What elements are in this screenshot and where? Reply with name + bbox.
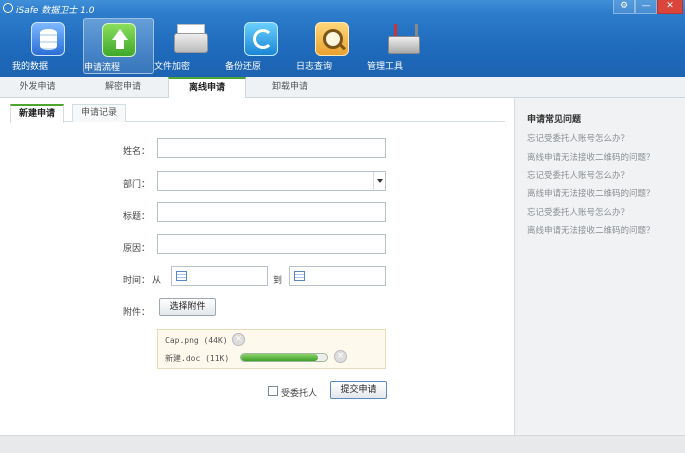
toolbar-apply-process[interactable]: 申请流程 [83, 18, 154, 74]
app-title: iSafe 数据卫士 1.0 [16, 6, 95, 16]
upload-icon [101, 23, 136, 57]
tab-uninstall-apply[interactable]: 卸载申请 [255, 77, 325, 98]
window-controls: ⚙ — ✕ [613, 0, 683, 14]
attachment-name: 新建.doc (11K) [165, 354, 230, 363]
backup-icon [243, 22, 278, 56]
attachment-name: Cap.png (44K) [165, 336, 228, 345]
reason-input[interactable] [157, 234, 386, 254]
database-icon [30, 22, 65, 56]
main-toolbar: 我的数据 申请流程 文件加密 备份还原 日志查询 管理工具 [12, 18, 438, 74]
faq-panel: 申请常见问题 忘记受委托人账号怎么办？ 离线申请无法接收二维码的问题？ 忘记受委… [516, 98, 685, 435]
toolbar-label: 备份还原 [225, 62, 262, 72]
toolbar-label: 申请流程 [84, 63, 121, 73]
toolbar-admin-tools[interactable]: 管理工具 [367, 18, 438, 74]
chevron-down-icon [373, 172, 385, 190]
toolbar-backup-restore[interactable]: 备份还原 [225, 18, 296, 74]
printer-icon [173, 22, 208, 56]
title-bar: iSafe 数据卫士 1.0 ⚙ — ✕ [0, 0, 685, 18]
end-date-input[interactable] [289, 266, 386, 286]
calendar-icon[interactable] [176, 271, 187, 281]
attachment-list: Cap.png (44K) × 新建.doc (11K) × [157, 329, 386, 369]
tab-decrypt-apply[interactable]: 解密申请 [88, 77, 158, 98]
delegate-checkbox[interactable] [268, 386, 278, 396]
remove-attachment-icon[interactable]: × [232, 333, 245, 346]
subtabs: 新建申请 申请记录 [10, 104, 505, 123]
dept-label: 部门： [122, 180, 150, 190]
status-bar [0, 435, 685, 453]
toolbar-label: 日志查询 [296, 62, 333, 72]
top-bar: iSafe 数据卫士 1.0 ⚙ — ✕ 我的数据 申请流程 文件加密 备份还原… [0, 0, 685, 77]
faq-link[interactable]: 忘记受委托人账号怎么办？ [527, 132, 629, 144]
faq-link[interactable]: 离线申请无法接收二维码的问题？ [527, 151, 655, 163]
upload-progress-fill [241, 354, 319, 361]
toolbar-log-query[interactable]: 日志查询 [296, 18, 367, 74]
subtab-new-apply[interactable]: 新建申请 [10, 104, 65, 123]
faq-link[interactable]: 离线申请无法接收二维码的问题？ [527, 224, 655, 236]
reason-label: 原因： [122, 244, 150, 254]
toolbar-label: 文件加密 [154, 62, 191, 72]
calendar-icon[interactable] [294, 271, 305, 281]
faq-link[interactable]: 忘记受委托人账号怎么办？ [527, 206, 629, 218]
choose-attachment-button[interactable]: 选择附件 [159, 298, 216, 316]
from-label: 从 [152, 276, 162, 286]
name-input[interactable] [157, 138, 386, 158]
faq-title: 申请常见问题 [527, 115, 582, 125]
toolbar-file-encrypt[interactable]: 文件加密 [154, 18, 225, 74]
upload-progress-bar [240, 353, 328, 362]
tab-row: 外发申请 解密申请 离线申请 卸载申请 [0, 77, 685, 99]
attach-label: 附件： [122, 308, 150, 318]
delegate-label: 受委托人 [281, 389, 318, 399]
toolbar-label: 我的数据 [12, 62, 49, 72]
name-label: 姓名： [122, 147, 150, 157]
close-button[interactable]: ✕ [657, 0, 683, 14]
settings-button[interactable]: ⚙ [613, 0, 635, 14]
start-date-input[interactable] [171, 266, 268, 286]
faq-link[interactable]: 离线申请无法接收二维码的问题？ [527, 187, 655, 199]
main-panel: 新建申请 申请记录 姓名： 部门： 标题： 原因： 时间： 从 到 附件： 选择… [0, 98, 515, 435]
submit-apply-button[interactable]: 提交申请 [330, 381, 387, 399]
toolbar-label: 管理工具 [367, 62, 404, 72]
faq-link[interactable]: 忘记受委托人账号怎么办？ [527, 169, 629, 181]
dept-select[interactable] [157, 171, 386, 191]
subtab-apply-records[interactable]: 申请记录 [72, 104, 127, 122]
remove-attachment-icon[interactable]: × [334, 350, 347, 363]
to-label: 到 [273, 276, 283, 286]
toolbar-my-data[interactable]: 我的数据 [12, 18, 83, 74]
app-logo-icon [3, 3, 13, 13]
time-label: 时间： [122, 276, 150, 286]
tab-offline-apply[interactable]: 离线申请 [168, 77, 246, 99]
tab-outgoing-apply[interactable]: 外发申请 [0, 77, 75, 98]
minimize-button[interactable]: — [635, 0, 657, 14]
title-input[interactable] [157, 202, 386, 222]
toolbox-icon [386, 22, 420, 56]
title-label: 标题： [122, 212, 150, 222]
magnifier-icon [314, 22, 349, 56]
